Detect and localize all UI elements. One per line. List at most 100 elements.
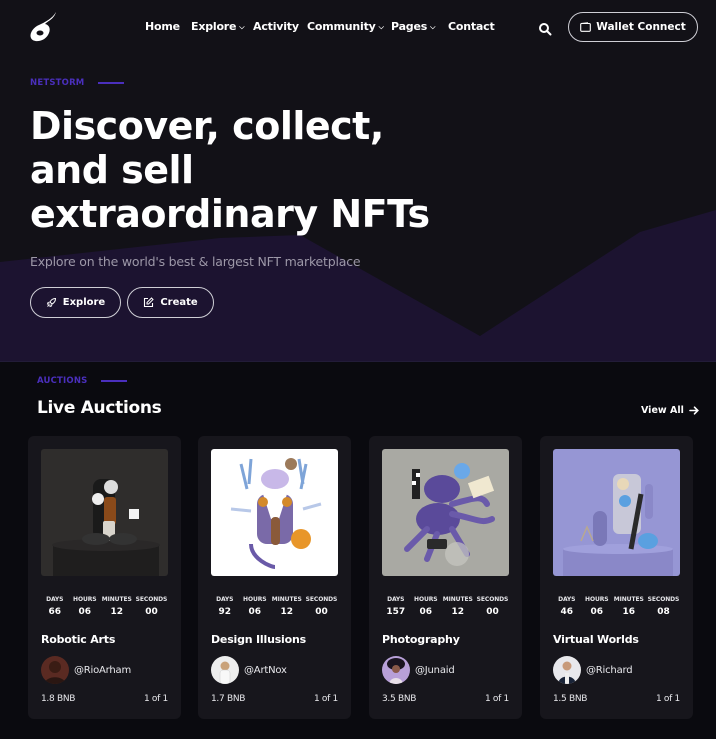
wallet-connect-button[interactable]: Wallet Connect [568,12,698,42]
wallet-icon [580,22,592,32]
nav-label: Explore [191,20,237,33]
nav-item-home[interactable]: Home [145,20,180,33]
countdown-label: HOURS [585,596,609,603]
countdown: DAYS 157 HOURS 06 MINUTES 12 SECONDS 00 [369,596,522,617]
countdown: DAYS 92 HOURS 06 MINUTES 12 SECONDS 00 [198,596,351,617]
countdown-label: DAYS [558,596,576,603]
owner-name: @ArtNox [244,664,287,676]
countdown-value: 92 [218,607,232,617]
edition-count: 1 of 1 [655,694,680,704]
hero-title: Discover, collect, and sell extraordinar… [30,104,430,236]
countdown-value: 00 [145,607,158,617]
explore-button[interactable]: Explore [30,287,121,318]
auction-card[interactable]: DAYS 46 HOURS 06 MINUTES 16 SECONDS 08 Virtu… [540,436,693,719]
countdown: DAYS 66 HOURS 06 MINUTES 12 SECONDS 00 [28,596,181,617]
hero-eyebrow-text: NETSTORM [30,78,85,88]
card-title[interactable]: Virtual Worlds [553,633,639,646]
chevron-down-icon: ⌵ [430,22,436,31]
countdown-value: 08 [657,607,670,617]
nft-image-design-illusions [211,449,338,576]
nav-item-community[interactable]: Community ⌵ [307,20,384,33]
countdown-value: 06 [78,607,92,617]
countdown-label: DAYS [216,596,234,603]
eyebrow-line [98,82,125,84]
arrow-right-icon [689,406,699,415]
auction-card[interactable]: DAYS 157 HOURS 06 MINUTES 12 SECONDS 00 Phot… [369,436,522,719]
search-icon[interactable] [538,22,552,36]
section-title: Live Auctions [37,398,162,418]
owner[interactable]: @Richard [553,656,633,684]
countdown-value: 12 [110,607,123,617]
nav-label: Pages [391,20,428,33]
nav-label: Contact [448,20,495,33]
countdown-value: 06 [590,607,604,617]
price: 1.7 BNB [211,694,246,704]
nav-item-contact[interactable]: Contact [448,20,495,33]
countdown-label: SECONDS [135,596,168,603]
countdown-label: HOURS [73,596,97,603]
edit-icon [144,297,155,308]
avatar [41,656,69,684]
owner-name: @Richard [586,664,633,676]
nav-item-explore[interactable]: Explore ⌵ [191,20,245,33]
edition-count: 1 of 1 [313,694,338,704]
countdown-value: 06 [419,607,433,617]
nav-item-pages[interactable]: Pages ⌵ [391,20,435,33]
countdown-value: 46 [560,607,574,617]
top-nav: Home Explore ⌵ Activity Community ⌵ Page… [0,0,716,56]
nft-image-photography [382,449,509,576]
logo-icon[interactable] [28,11,58,43]
auction-card[interactable]: DAYS 92 HOURS 06 MINUTES 12 SECONDS 00 Desig… [198,436,351,719]
price: 3.5 BNB [382,694,417,704]
countdown-label: MINUTES [101,596,132,603]
hero-title-line: and sell [30,148,194,192]
countdown: DAYS 46 HOURS 06 MINUTES 16 SECONDS 08 [540,596,693,617]
hero-eyebrow: NETSTORM [30,78,125,88]
edition-count: 1 of 1 [143,694,168,704]
countdown-label: MINUTES [442,596,473,603]
explore-button-label: Explore [62,297,106,308]
nav-item-activity[interactable]: Activity [253,20,299,33]
wallet-connect-label: Wallet Connect [596,21,686,33]
view-all-link[interactable]: View All [641,405,699,416]
countdown-label: HOURS [243,596,267,603]
countdown-value: 00 [315,607,328,617]
create-button[interactable]: Create [127,287,214,318]
view-all-label: View All [641,405,684,416]
nft-image[interactable] [41,449,168,576]
card-title[interactable]: Robotic Arts [41,633,115,646]
owner-name: @RioArham [74,664,132,676]
countdown-label: DAYS [387,596,405,603]
card-title[interactable]: Photography [382,633,460,646]
nav-label: Activity [253,20,299,33]
owner[interactable]: @RioArham [41,656,131,684]
edition-count: 1 of 1 [484,694,509,704]
avatar [553,656,581,684]
auction-card[interactable]: DAYS 66 HOURS 06 MINUTES 12 SECONDS 00 Robot… [28,436,181,719]
create-button-label: Create [160,297,198,308]
hero-subtitle: Explore on the world's best & largest NF… [30,254,361,269]
hero-title-line: Discover, collect, [30,104,384,148]
nft-image[interactable] [382,449,509,576]
avatar [382,656,410,684]
owner[interactable]: @Junaid [382,656,455,684]
countdown-label: DAYS [46,596,64,603]
nft-image-robotic-arts [41,449,168,576]
countdown-label: SECONDS [476,596,509,603]
countdown-value: 06 [248,607,262,617]
rocket-icon [46,297,56,308]
countdown-label: SECONDS [647,596,680,603]
auctions-eyebrow: AUCTIONS [37,376,128,386]
countdown-label: SECONDS [305,596,338,603]
countdown-value: 00 [486,607,499,617]
nft-image[interactable] [553,449,680,576]
countdown-label: MINUTES [613,596,644,603]
price: 1.8 BNB [41,694,76,704]
countdown-label: MINUTES [271,596,302,603]
nft-image[interactable] [211,449,338,576]
chevron-down-icon: ⌵ [378,22,384,31]
chevron-down-icon: ⌵ [239,22,245,31]
card-title[interactable]: Design Illusions [211,633,306,646]
nav-label: Community [307,20,376,33]
owner[interactable]: @ArtNox [211,656,287,684]
